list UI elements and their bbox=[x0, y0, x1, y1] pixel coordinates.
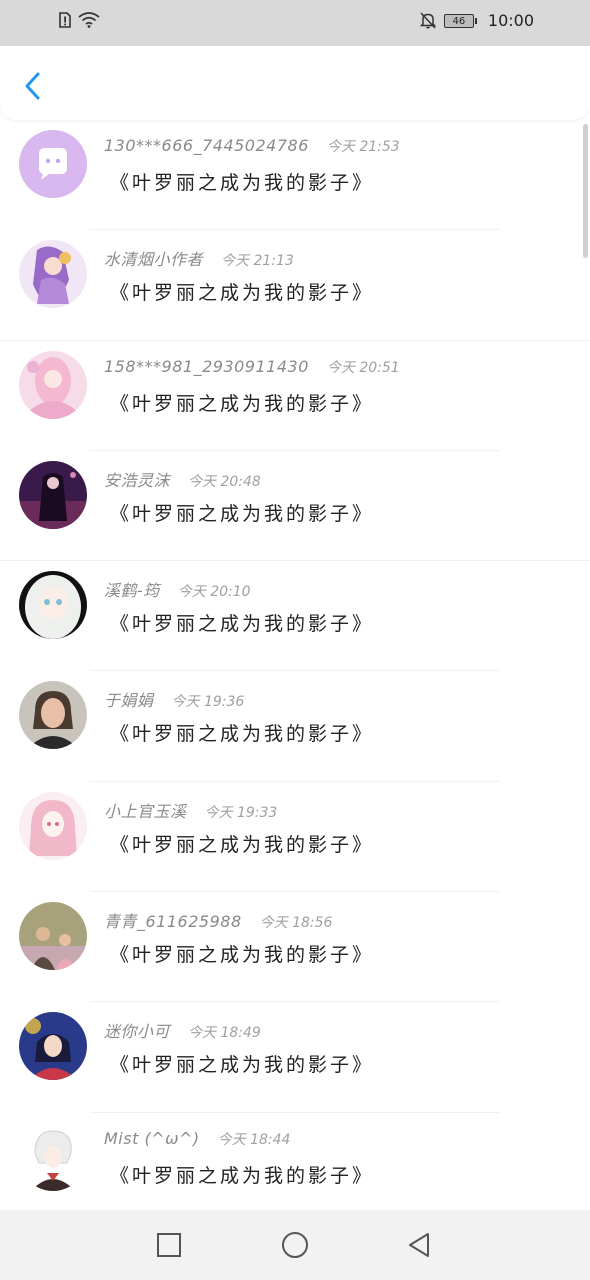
list-item[interactable]: 迷你小可 今天 18:49 《叶罗丽之成为我的影子》 bbox=[0, 1002, 590, 1113]
comment-meta: 130***666_7445024786 今天 21:53 bbox=[104, 136, 400, 156]
user-name[interactable]: 小上官玉溪 bbox=[104, 798, 187, 822]
family-photo-avatar[interactable] bbox=[19, 902, 87, 971]
comment-text: 《叶罗丽之成为我的影子》 bbox=[110, 1164, 375, 1187]
header bbox=[0, 46, 590, 120]
doll-avatar[interactable] bbox=[19, 571, 87, 640]
square-icon bbox=[157, 1233, 181, 1257]
list-item[interactable]: 158***981_2930911430 今天 20:51 《叶罗丽之成为我的影… bbox=[0, 341, 590, 451]
status-right: 46 10:00 bbox=[419, 11, 534, 30]
triangle-back-icon bbox=[409, 1233, 429, 1257]
list-item[interactable]: 溪鹤-筠 今天 20:10 《叶罗丽之成为我的影子》 bbox=[0, 561, 590, 672]
comment-meta: 水清烟小作者 今天 21:13 bbox=[104, 246, 294, 270]
user-name[interactable]: Mist (^ω^) bbox=[104, 1129, 200, 1148]
comment-time: 今天 21:53 bbox=[326, 139, 400, 155]
anime-pink-hair-avatar[interactable] bbox=[19, 791, 87, 860]
comment-time: 今天 20:48 bbox=[188, 473, 261, 490]
list-item[interactable]: 于娟娟 今天 19:36 《叶罗丽之成为我的影子》 bbox=[0, 671, 590, 782]
comment-meta: 迷你小可 今天 18:49 bbox=[104, 1018, 261, 1042]
user-name[interactable]: 溪鹤-筠 bbox=[104, 577, 160, 601]
status-time: 10:00 bbox=[487, 11, 534, 30]
comment-list[interactable]: 130***666_7445024786 今天 21:53 《叶罗丽之成为我的影… bbox=[0, 120, 590, 1210]
comment-text: 《叶罗丽之成为我的影子》 bbox=[110, 1054, 375, 1077]
list-item[interactable]: 小上官玉溪 今天 19:33 《叶罗丽之成为我的影子》 bbox=[0, 782, 590, 893]
anime-white-hair-avatar[interactable] bbox=[19, 1122, 87, 1191]
list-item[interactable]: 安浩灵沫 今天 20:48 《叶罗丽之成为我的影子》 bbox=[0, 451, 590, 562]
user-name[interactable]: 水清烟小作者 bbox=[104, 246, 203, 270]
anime-colorful-avatar[interactable] bbox=[19, 1012, 87, 1081]
wifi-icon bbox=[78, 12, 100, 28]
battery-indicator: 46 bbox=[443, 13, 477, 28]
user-name[interactable]: 青青_611625988 bbox=[104, 908, 242, 932]
user-name[interactable]: 于娟娟 bbox=[104, 687, 154, 711]
comment-meta: 于娟娟 今天 19:36 bbox=[104, 687, 244, 711]
comment-meta: Mist (^ω^) 今天 18:44 bbox=[104, 1129, 290, 1149]
comment-text: 《叶罗丽之成为我的影子》 bbox=[110, 613, 375, 636]
status-bar: 46 10:00 bbox=[0, 0, 590, 46]
home-button[interactable] bbox=[280, 1230, 310, 1260]
list-item[interactable]: 水清烟小作者 今天 21:13 《叶罗丽之成为我的影子》 bbox=[0, 230, 590, 341]
alert-icon bbox=[59, 12, 71, 28]
user-name[interactable]: 130***666_7445024786 bbox=[104, 136, 309, 155]
comment-text: 《叶罗丽之成为我的影子》 bbox=[110, 282, 375, 305]
comment-text: 《叶罗丽之成为我的影子》 bbox=[110, 944, 375, 967]
comment-text: 《叶罗丽之成为我的影子》 bbox=[110, 723, 375, 746]
comment-time: 今天 21:13 bbox=[221, 253, 294, 270]
recent-apps-button[interactable] bbox=[154, 1230, 184, 1260]
user-name[interactable]: 158***981_2930911430 bbox=[104, 357, 309, 376]
status-left bbox=[58, 12, 100, 28]
bell-off-icon bbox=[419, 12, 436, 29]
anime-pink-avatar[interactable] bbox=[19, 350, 87, 419]
comment-text: 《叶罗丽之成为我的影子》 bbox=[110, 392, 375, 415]
navigation-bar bbox=[0, 1210, 590, 1280]
list-item[interactable]: 130***666_7445024786 今天 21:53 《叶罗丽之成为我的影… bbox=[0, 120, 590, 231]
comment-meta: 青青_611625988 今天 18:56 bbox=[104, 908, 332, 932]
comment-meta: 158***981_2930911430 今天 20:51 bbox=[104, 357, 400, 377]
chat-bubble-avatar[interactable] bbox=[19, 130, 87, 198]
comment-time: 今天 20:51 bbox=[326, 359, 400, 376]
comment-text: 《叶罗丽之成为我的影子》 bbox=[110, 833, 375, 856]
user-name[interactable]: 安浩灵沫 bbox=[104, 467, 170, 491]
comment-time: 今天 20:10 bbox=[177, 584, 251, 601]
user-name[interactable]: 迷你小可 bbox=[104, 1018, 170, 1042]
system-back-button[interactable] bbox=[404, 1230, 434, 1260]
anime-dark-avatar[interactable] bbox=[19, 460, 87, 529]
list-item[interactable]: 青青_611625988 今天 18:56 《叶罗丽之成为我的影子》 bbox=[0, 892, 590, 1003]
comment-time: 今天 18:49 bbox=[188, 1025, 261, 1042]
comment-text: 《叶罗丽之成为我的影子》 bbox=[110, 502, 375, 525]
anime-purple-avatar[interactable] bbox=[19, 240, 87, 309]
scrollbar[interactable] bbox=[583, 124, 588, 258]
comment-time: 今天 18:56 bbox=[259, 915, 333, 932]
comment-text: 《叶罗丽之成为我的影子》 bbox=[110, 172, 375, 194]
photo-avatar[interactable] bbox=[19, 681, 87, 750]
comment-meta: 溪鹤-筠 今天 20:10 bbox=[104, 577, 251, 601]
comment-time: 今天 18:44 bbox=[217, 1131, 291, 1148]
comment-meta: 小上官玉溪 今天 19:33 bbox=[104, 798, 277, 822]
comment-time: 今天 19:33 bbox=[204, 804, 278, 821]
back-button[interactable] bbox=[18, 68, 48, 104]
list-item[interactable]: Mist (^ω^) 今天 18:44 《叶罗丽之成为我的影子》 bbox=[0, 1113, 590, 1210]
comment-time: 今天 19:36 bbox=[171, 694, 245, 711]
chevron-left-icon bbox=[25, 72, 40, 100]
circle-icon bbox=[282, 1232, 308, 1258]
comment-meta: 安浩灵沫 今天 20:48 bbox=[104, 467, 261, 491]
